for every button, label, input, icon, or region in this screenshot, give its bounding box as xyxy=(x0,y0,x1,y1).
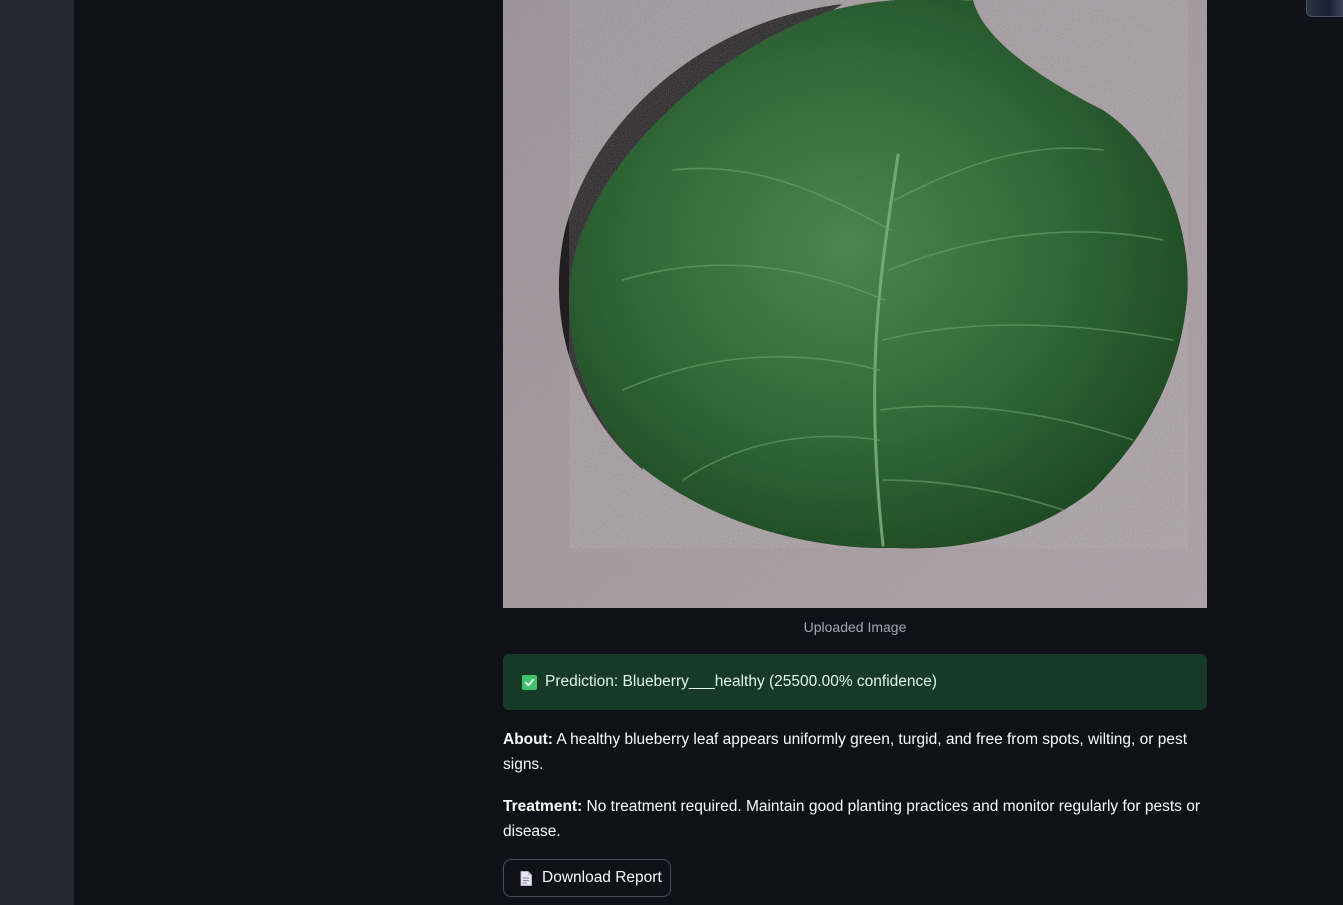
prediction-text: Prediction: Blueberry___healthy (25500.0… xyxy=(545,673,938,690)
about-paragraph: About: A healthy blueberry leaf appears … xyxy=(503,727,1207,777)
document-icon xyxy=(520,870,532,886)
avatar[interactable] xyxy=(1306,0,1343,17)
check-box-icon xyxy=(522,674,537,690)
about-text: A healthy blueberry leaf appears uniform… xyxy=(503,731,1188,773)
prediction-alert: Prediction: Blueberry___healthy (25500.0… xyxy=(503,654,1207,710)
download-label: Download Report xyxy=(542,869,662,886)
about-label: About: xyxy=(503,731,553,748)
treatment-text: No treatment required. Maintain good pla… xyxy=(503,798,1200,840)
download-report-button[interactable]: Download Report xyxy=(503,859,671,897)
sidebar xyxy=(0,0,74,905)
treatment-paragraph: Treatment: No treatment required. Mainta… xyxy=(503,794,1207,844)
image-caption: Uploaded Image xyxy=(803,619,907,635)
uploaded-leaf-image xyxy=(503,0,1207,608)
treatment-label: Treatment: xyxy=(503,798,583,815)
result-panel: Uploaded Image Prediction: Blueberry___h… xyxy=(503,0,1207,897)
